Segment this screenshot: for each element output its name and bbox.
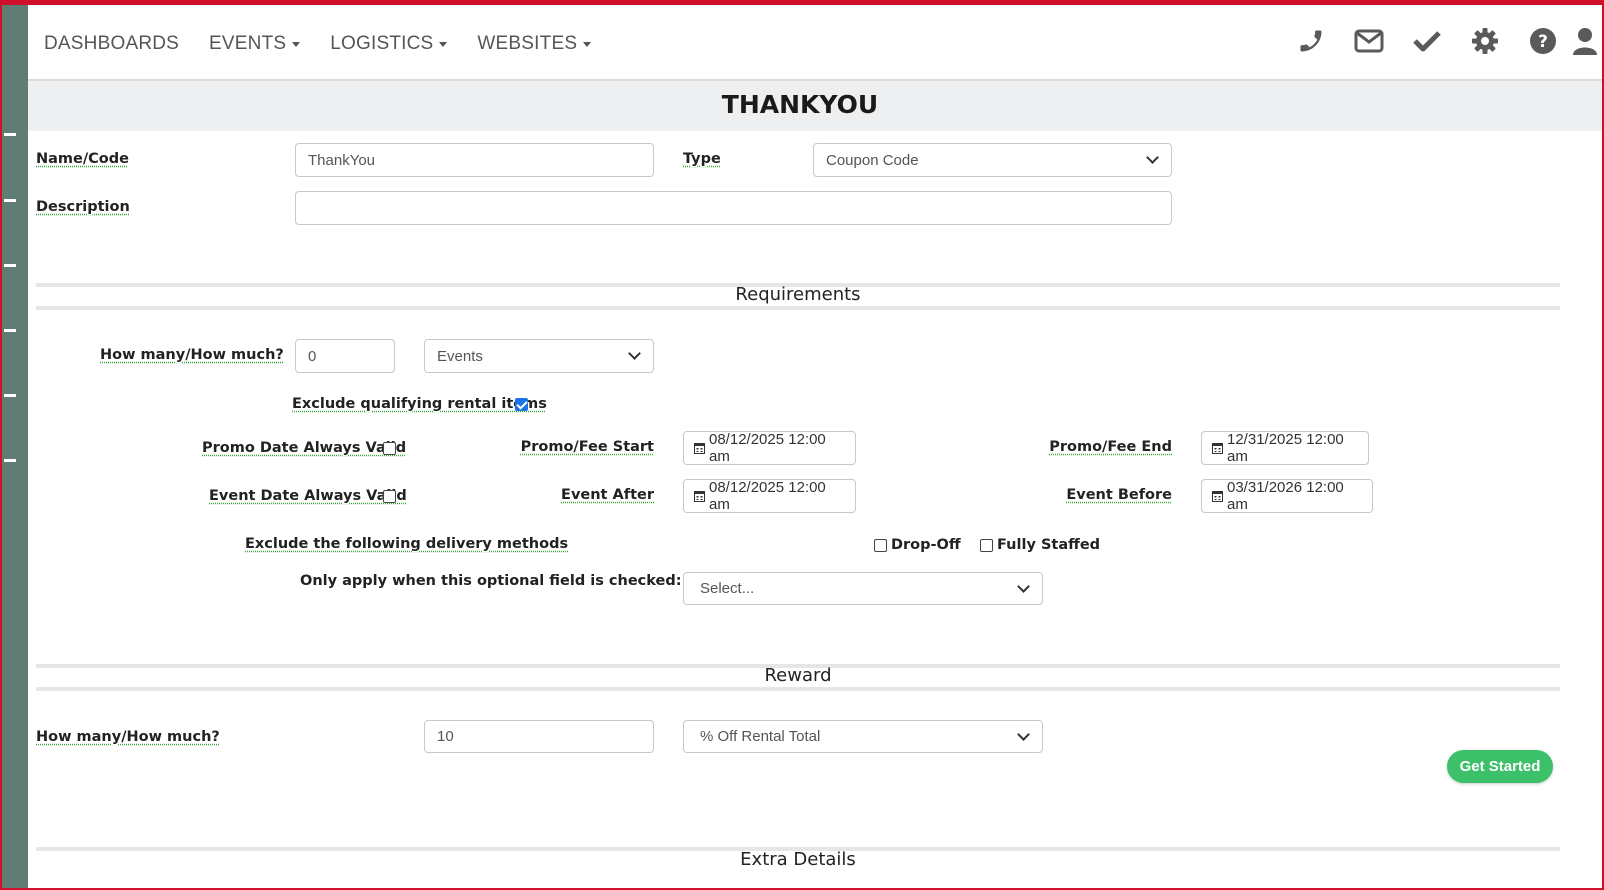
req-unit-select[interactable]: Events: [424, 339, 654, 373]
calendar-icon: [1212, 490, 1223, 502]
type-select-value: Coupon Code: [826, 151, 919, 169]
type-select[interactable]: Coupon Code: [813, 143, 1172, 177]
left-sidebar-rail: [2, 5, 28, 890]
nav-icon-group: ?: [1282, 23, 1602, 59]
promo-start-input[interactable]: 08/12/2025 12:00 am: [683, 431, 856, 465]
event-before-input[interactable]: 03/31/2026 12:00 am: [1201, 479, 1373, 513]
caret-down-icon: [583, 41, 592, 47]
promo-start-value: 08/12/2025 12:00 am: [709, 431, 826, 465]
gear-icon[interactable]: [1456, 23, 1514, 59]
req-how-many-label: How many/How much?: [100, 347, 284, 363]
event-always-valid-checkbox[interactable]: [383, 490, 396, 503]
nav-dashboards-label: DASHBOARDS: [44, 33, 180, 54]
event-after-value: 08/12/2025 12:00 am: [709, 479, 826, 513]
extra-details-heading: Extra Details: [740, 849, 856, 870]
rail-marker[interactable]: [4, 264, 16, 267]
requirements-heading: Requirements: [735, 284, 861, 305]
reward-how-many-input[interactable]: 10: [424, 720, 654, 753]
exclude-items-label: Exclude qualifying rental items: [292, 396, 547, 412]
section-divider: [36, 306, 1560, 310]
phone-icon[interactable]: [1282, 23, 1340, 59]
description-label: Description: [36, 199, 130, 215]
event-after-input[interactable]: 08/12/2025 12:00 am: [683, 479, 856, 513]
rail-marker[interactable]: [4, 133, 16, 136]
reward-type-value: % Off Rental Total: [700, 728, 821, 745]
page-title: THANKYOU: [721, 90, 879, 119]
top-navbar: DASHBOARDS EVENTS LOGISTICS WEBSITES ?: [28, 5, 1602, 81]
nav-menu: DASHBOARDS EVENTS LOGISTICS WEBSITES: [44, 33, 621, 55]
reward-heading: Reward: [764, 665, 832, 686]
type-label: Type: [683, 151, 721, 167]
calendar-icon: [694, 442, 705, 454]
optional-field-value: Select...: [700, 580, 755, 597]
promo-start-label: Promo/Fee Start: [520, 439, 654, 455]
promo-always-valid-label: Promo Date Always Valid: [202, 440, 407, 456]
name-code-input[interactable]: ThankYou: [295, 143, 654, 177]
caret-down-icon: [439, 41, 448, 47]
req-unit-value: Events: [437, 347, 483, 365]
calendar-icon: [1212, 442, 1223, 454]
event-before-value: 03/31/2026 12:00 am: [1227, 479, 1344, 513]
page-title-bar: THANKYOU: [28, 81, 1602, 131]
envelope-icon[interactable]: [1340, 23, 1398, 59]
fully-staffed-checkbox[interactable]: [980, 539, 993, 552]
question-icon[interactable]: ?: [1514, 23, 1572, 59]
event-always-valid-label: Event Date Always Valid: [209, 488, 407, 504]
svg-text:?: ?: [1538, 32, 1548, 52]
nav-logistics[interactable]: LOGISTICS: [330, 33, 448, 55]
nav-dashboards[interactable]: DASHBOARDS: [44, 33, 179, 55]
event-before-label: Event Before: [1066, 487, 1172, 503]
get-started-button[interactable]: Get Started: [1447, 750, 1553, 783]
chevron-down-icon: [1017, 579, 1030, 593]
reward-how-many-label: How many/How much?: [36, 729, 220, 745]
rail-marker[interactable]: [4, 329, 16, 332]
rail-marker[interactable]: [4, 459, 16, 462]
fully-staffed-label: Fully Staffed: [997, 537, 1101, 553]
description-input[interactable]: [295, 191, 1172, 225]
dropoff-label: Drop-Off: [891, 537, 961, 553]
promo-end-input[interactable]: 12/31/2025 12:00 am: [1201, 431, 1369, 465]
nav-websites[interactable]: WEBSITES: [477, 33, 592, 55]
caret-down-icon: [292, 41, 301, 47]
exclude-items-checkbox[interactable]: [515, 398, 528, 411]
reward-type-select[interactable]: % Off Rental Total: [683, 720, 1043, 753]
dropoff-checkbox[interactable]: [874, 539, 887, 552]
rail-marker[interactable]: [4, 199, 16, 202]
promo-end-label: Promo/Fee End: [1049, 439, 1172, 455]
user-icon[interactable]: [1572, 23, 1602, 59]
chevron-down-icon: [1017, 727, 1030, 741]
name-code-label: Name/Code: [36, 151, 129, 167]
optional-field-label: Only apply when this optional field is c…: [300, 573, 682, 589]
nav-events[interactable]: EVENTS: [209, 33, 301, 55]
promo-end-value: 12/31/2025 12:00 am: [1227, 431, 1344, 465]
req-how-many-input[interactable]: 0: [295, 339, 395, 373]
calendar-icon: [694, 490, 705, 502]
nav-logistics-label: LOGISTICS: [330, 33, 434, 54]
event-after-label: Event After: [561, 487, 654, 503]
nav-events-label: EVENTS: [209, 33, 287, 54]
rail-marker[interactable]: [4, 394, 16, 397]
nav-websites-label: WEBSITES: [477, 33, 578, 54]
promo-always-valid-checkbox[interactable]: [383, 442, 396, 455]
chevron-down-icon: [1146, 151, 1159, 164]
section-divider: [36, 687, 1560, 691]
chevron-down-icon: [628, 347, 641, 360]
exclude-delivery-label: Exclude the following delivery methods: [245, 536, 569, 552]
optional-field-select[interactable]: Select...: [683, 572, 1043, 605]
checkmark-icon[interactable]: [1398, 23, 1456, 59]
